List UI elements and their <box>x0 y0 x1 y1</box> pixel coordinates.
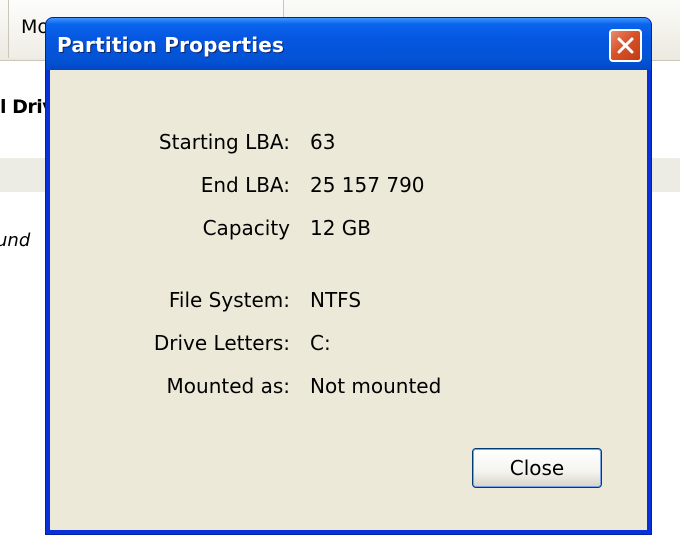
dialog-client-area: Starting LBA: 63 End LBA: 25 157 790 Cap… <box>50 70 647 530</box>
property-label: Mounted as: <box>166 374 290 398</box>
property-value: 63 <box>310 130 336 154</box>
dialog-titlebar[interactable]: Partition Properties <box>46 18 651 70</box>
title-close-button[interactable] <box>609 29 642 62</box>
property-value: NTFS <box>310 288 362 312</box>
property-label: Drive Letters: <box>153 331 290 355</box>
property-row-starting-lba: Starting LBA: 63 <box>50 130 647 156</box>
property-row-end-lba: End LBA: 25 157 790 <box>50 173 647 199</box>
property-label: File System: <box>168 288 290 312</box>
property-row-capacity: Capacity 12 GB <box>50 216 647 242</box>
property-value: C: <box>310 331 331 355</box>
property-value: 25 157 790 <box>310 173 425 197</box>
close-button[interactable]: Close <box>472 448 602 488</box>
property-row-drive-letters: Drive Letters: C: <box>50 331 647 357</box>
property-value: 12 GB <box>310 216 372 240</box>
property-value: Not mounted <box>310 374 442 398</box>
property-label: Starting LBA: <box>158 130 290 154</box>
property-row-file-system: File System: NTFS <box>50 288 647 314</box>
dialog-title: Partition Properties <box>57 33 285 57</box>
partition-properties-dialog: Partition Properties Starting LBA: 63 En… <box>45 17 652 535</box>
property-row-mounted-as: Mounted as: Not mounted <box>50 374 647 400</box>
close-x-icon <box>617 37 634 54</box>
property-label: End LBA: <box>200 173 290 197</box>
background-italic-text: und <box>0 230 31 251</box>
property-label: Capacity <box>202 216 290 240</box>
